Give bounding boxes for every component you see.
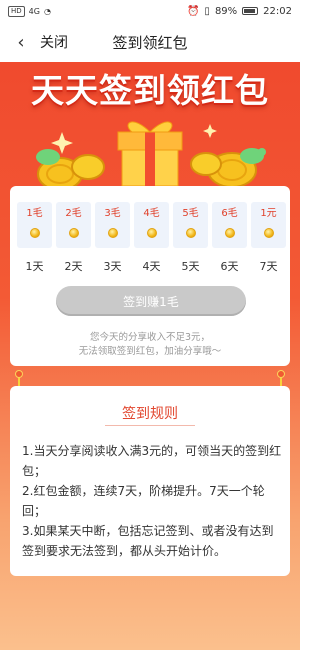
clock: 22:02 [263,5,292,17]
day-label: 5天 [181,260,200,273]
status-bar: HD 4G ◔ ⏰ ▯ 89% 22:02 [0,0,300,22]
rules-title: 签到规则 [122,406,178,422]
day-reward-amount: 5毛 [182,208,199,219]
rule-item: 2.红包金额，连续7天，阶梯提升。7天一个轮回； [22,484,265,518]
notice-line: 您今天的分享收入不足3元， [89,332,211,343]
coin-icon [185,228,196,238]
coin-icon [263,228,274,238]
day-label: 3天 [103,260,122,273]
coin-icon [68,228,79,238]
signin-button[interactable]: 签到赚1毛 [56,286,246,316]
day-label: 2天 [64,260,83,273]
battery-percent: 89% [214,5,238,17]
rules-card: 签到规则 1.当天分享阅读收入满3元的，可领当天的签到红包； 2.红包金额，连续… [10,386,290,576]
rope-knot-icon [15,370,23,378]
day-reward-amount: 2毛 [65,208,82,219]
day-label: 6天 [220,260,239,273]
day-reward-cell: 2毛 [56,202,91,248]
coin-icon [29,228,40,238]
day-reward-amount: 1毛 [26,208,43,219]
vibrate-icon: ▯ [204,5,210,17]
day-reward-cell: 6毛 [212,202,247,248]
status-right: ⏰ ▯ 89% 22:02 [187,6,292,17]
day-rewards-row: 1毛 2毛 3毛 4毛 5毛 6毛 1元 [17,202,286,248]
signal-icon: 4G [28,6,40,16]
coin-icon [107,228,118,238]
signin-notice: 您今天的分享收入不足3元， 无法领取签到红包，加油分享哦～ [10,331,290,359]
rules-title-underline [105,425,195,426]
day-label: 7天 [259,260,278,273]
nav-bar: ‹ 关闭 签到领红包 [0,22,300,62]
close-button[interactable]: 关闭 [40,32,68,52]
day-reward-cell: 5毛 [173,202,208,248]
alarm-icon: ⏰ [186,5,200,17]
day-reward-cell: 1毛 [17,202,52,248]
day-reward-amount: 1元 [260,208,277,219]
day-reward-cell: 4毛 [134,202,169,248]
hd-indicator: HD [8,5,25,17]
day-reward-cell: 3毛 [95,202,130,248]
rule-item: 3.如果某天中断，包括忘记签到、或者没有达到签到要求无法签到，都从头开始计价。 [22,524,274,558]
coin-icon [146,228,157,238]
day-reward-amount: 6毛 [221,208,238,219]
rules-list: 1.当天分享阅读收入满3元的，可领当天的签到红包； 2.红包金额，连续7天，阶梯… [22,441,284,561]
status-left: HD 4G ◔ [8,5,51,17]
day-reward-cell: 1元 [251,202,286,248]
day-reward-amount: 3毛 [104,208,121,219]
notice-line: 无法领取签到红包，加油分享哦～ [78,346,222,357]
day-reward-amount: 4毛 [143,208,160,219]
back-arrow-icon[interactable]: ‹ [6,32,36,53]
sparkle-icon [203,124,217,138]
coin-icon [224,228,235,238]
hero-title: 天天签到领红包 [31,71,269,110]
day-label: 4天 [142,260,161,273]
checkin-card: 1毛 2毛 3毛 4毛 5毛 6毛 1元 1天 2天 3天 4天 5天 6天 7… [10,186,290,366]
day-label: 1天 [25,260,44,273]
checkin-page: 天天签到领红包 1毛 2毛 3毛 4毛 5毛 6毛 1元 1天 2天 3天 4天… [0,62,300,650]
wifi-icon: ◔ [43,6,51,16]
day-labels-row: 1天 2天 3天 4天 5天 6天 7天 [17,258,286,274]
rope-knot-icon [277,370,285,378]
rule-item: 1.当天分享阅读收入满3元的，可领当天的签到红包； [22,444,282,478]
battery-icon [242,7,259,15]
